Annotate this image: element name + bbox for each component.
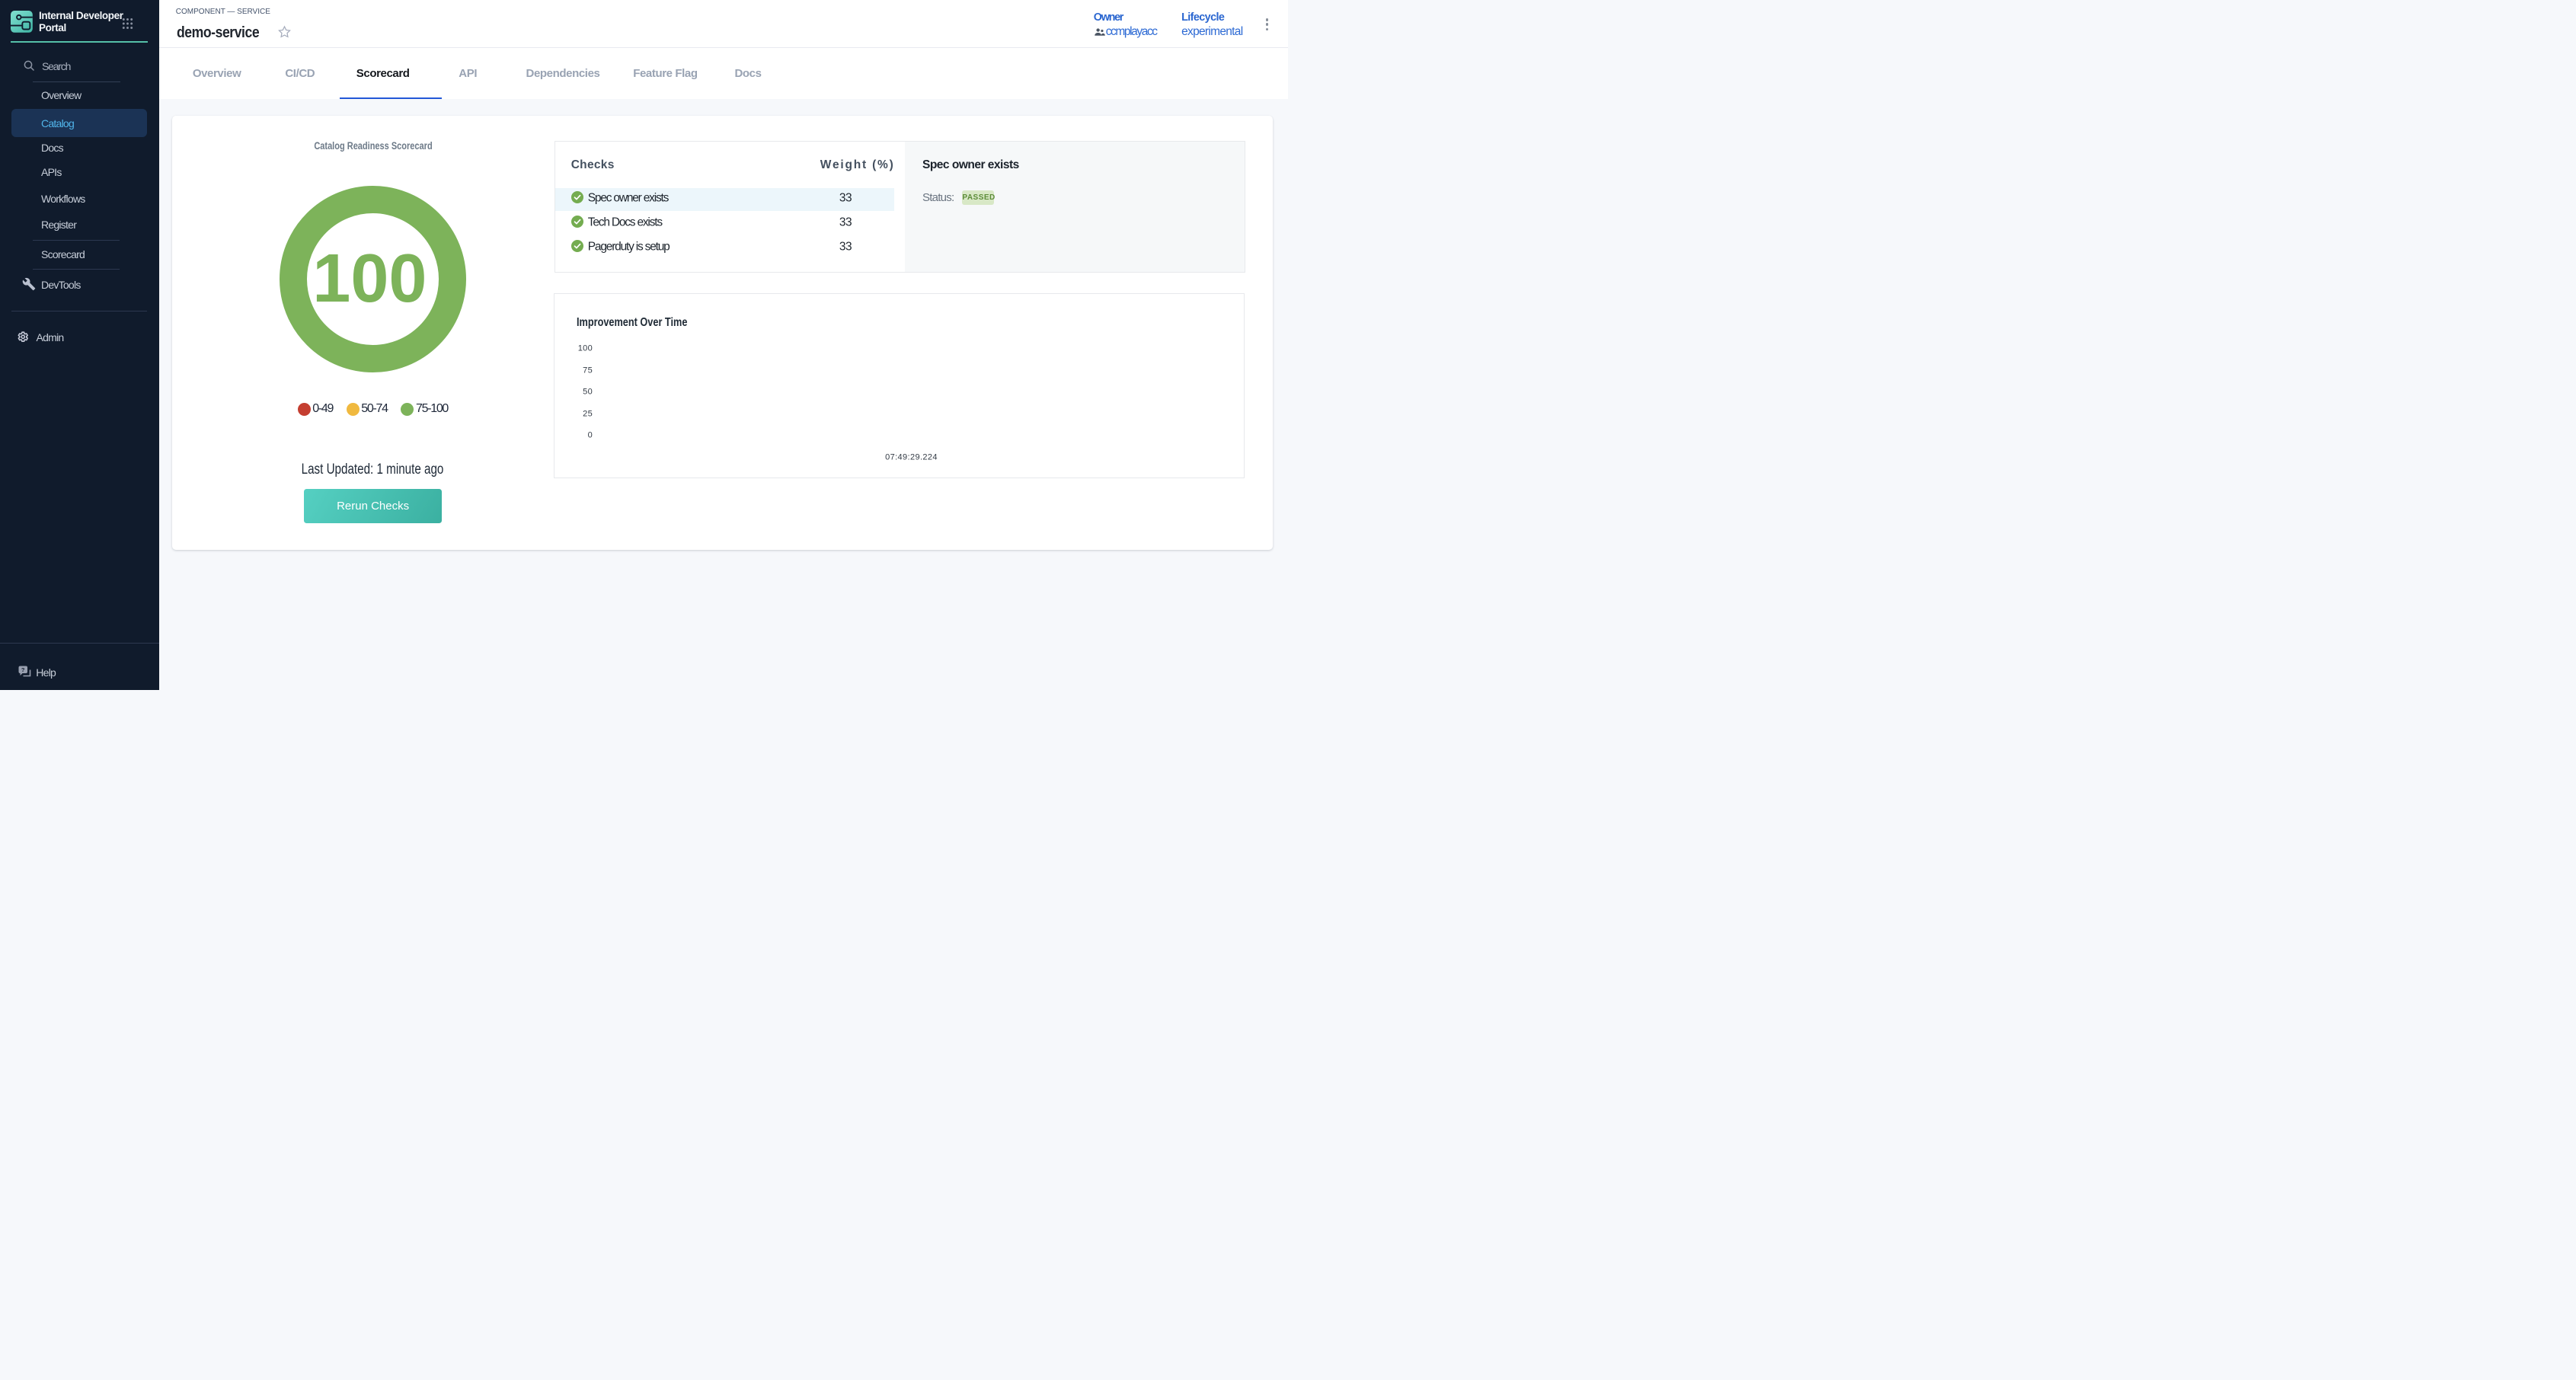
svg-text:?: ? bbox=[21, 666, 24, 673]
